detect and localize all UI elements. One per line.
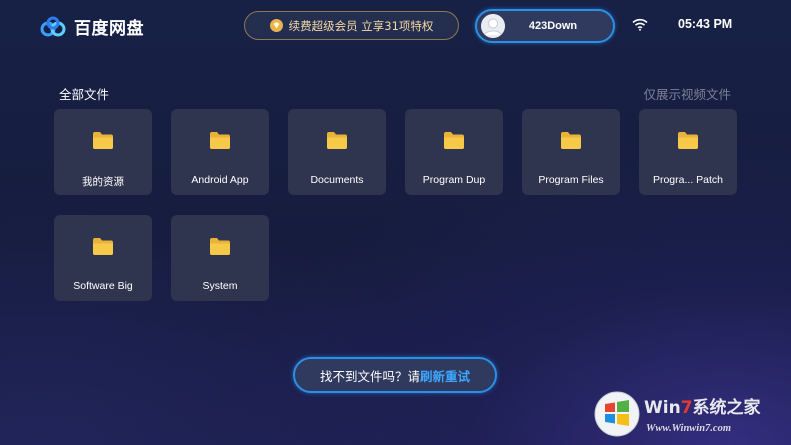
- folder-name: 我的资源: [82, 176, 124, 188]
- folder-icon: [678, 132, 698, 149]
- folder-name: Software Big: [73, 280, 133, 292]
- watermark: Win7系统之家 Www.Winwin7.com: [594, 389, 786, 441]
- wifi-icon: [632, 18, 648, 31]
- refresh-retry-button[interactable]: 找不到文件吗？请 刷新重试: [293, 357, 497, 393]
- folder-tile[interactable]: Software Big: [54, 215, 152, 301]
- folder-tile[interactable]: Progra... Patch: [639, 109, 737, 195]
- app-title: 百度网盘: [74, 19, 144, 39]
- watermark-title: Win7系统之家: [644, 398, 761, 418]
- folder-icon: [327, 132, 347, 149]
- username: 423Down: [528, 20, 578, 32]
- folder-name: Program Files: [538, 174, 604, 186]
- vip-banner-text: 续费超级会员 立享31项特权: [288, 18, 434, 33]
- folder-name: Progra... Patch: [652, 174, 724, 186]
- app-logo: 百度网盘: [40, 14, 144, 39]
- video-only-filter-button[interactable]: 仅展示视频文件: [643, 84, 731, 103]
- folder-icon: [444, 132, 464, 149]
- folder-name: Android App: [191, 174, 249, 186]
- diamond-icon: [269, 19, 283, 32]
- folder-tile[interactable]: Android App: [171, 109, 269, 195]
- baidu-cloud-logo-icon: [40, 16, 66, 36]
- user-avatar-icon: [481, 14, 505, 38]
- section-title-all-files: 全部文件: [59, 87, 110, 102]
- folder-icon: [561, 132, 581, 149]
- vip-renew-button[interactable]: 续费超级会员 立享31项特权: [244, 11, 459, 40]
- folder-icon: [210, 238, 230, 255]
- folder-tile[interactable]: Program Dup: [405, 109, 503, 195]
- folder-tile[interactable]: Program Files: [522, 109, 620, 195]
- folder-tile[interactable]: Documents: [288, 109, 386, 195]
- folder-icon: [210, 132, 230, 149]
- folder-icon: [93, 132, 113, 149]
- watermark-url: Www.Winwin7.com: [646, 423, 731, 434]
- folder-name: Program Dup: [422, 174, 486, 186]
- user-account-button[interactable]: 423Down: [475, 9, 615, 43]
- folder-icon: [93, 238, 113, 255]
- folder-name: Documents: [310, 174, 364, 186]
- folder-tile[interactable]: System: [171, 215, 269, 301]
- folder-tile[interactable]: 我的资源: [54, 109, 152, 195]
- refresh-prompt-text: 找不到文件吗？请: [319, 368, 420, 384]
- folder-name: System: [202, 280, 238, 292]
- windows-logo-icon: [594, 391, 640, 437]
- clock: 05:43 PM: [678, 17, 733, 31]
- refresh-action-text: 刷新重试: [420, 368, 471, 384]
